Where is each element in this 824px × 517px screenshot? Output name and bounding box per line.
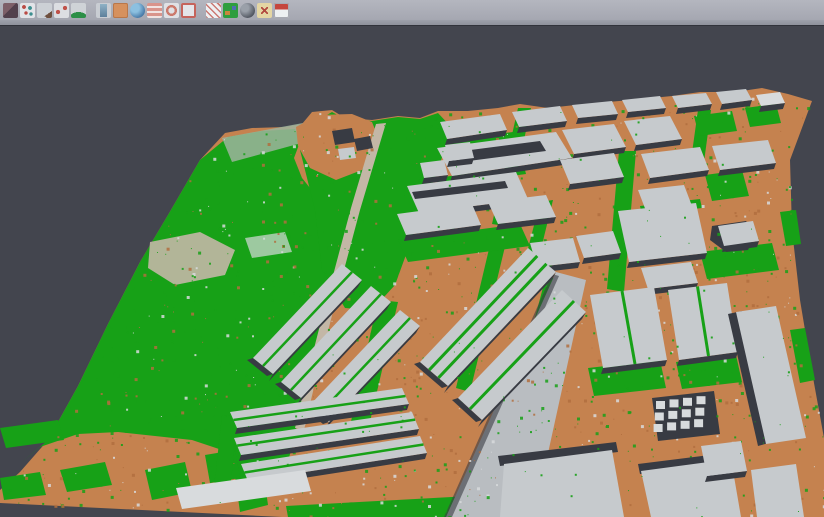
- globe-icon[interactable]: [130, 3, 145, 18]
- grid-hatch-icon[interactable]: [206, 3, 221, 18]
- main-toolbar: [0, 0, 824, 20]
- viewport-3d[interactable]: [0, 26, 824, 517]
- texture-cube-icon[interactable]: [3, 3, 18, 18]
- terrain-model-icon[interactable]: [71, 3, 86, 18]
- classification-icon[interactable]: [223, 3, 238, 18]
- sphere-view-icon[interactable]: [240, 3, 255, 18]
- orthophoto-icon[interactable]: [113, 3, 128, 18]
- scene-canvas: [0, 26, 824, 517]
- point-cloud-icon[interactable]: [20, 3, 35, 18]
- flag-icon[interactable]: [274, 3, 289, 18]
- mountain-icon[interactable]: [37, 3, 52, 18]
- measure-points-icon[interactable]: [54, 3, 69, 18]
- layers-icon[interactable]: [147, 3, 162, 18]
- circle-select-icon[interactable]: [164, 3, 179, 18]
- toolbar-separator: [87, 3, 95, 18]
- crop-region-icon[interactable]: [181, 3, 196, 18]
- toolbar-separator: [197, 3, 205, 18]
- annotation-marks-icon[interactable]: [257, 3, 272, 18]
- profile-tool-icon[interactable]: [96, 3, 111, 18]
- application-window: [0, 0, 824, 517]
